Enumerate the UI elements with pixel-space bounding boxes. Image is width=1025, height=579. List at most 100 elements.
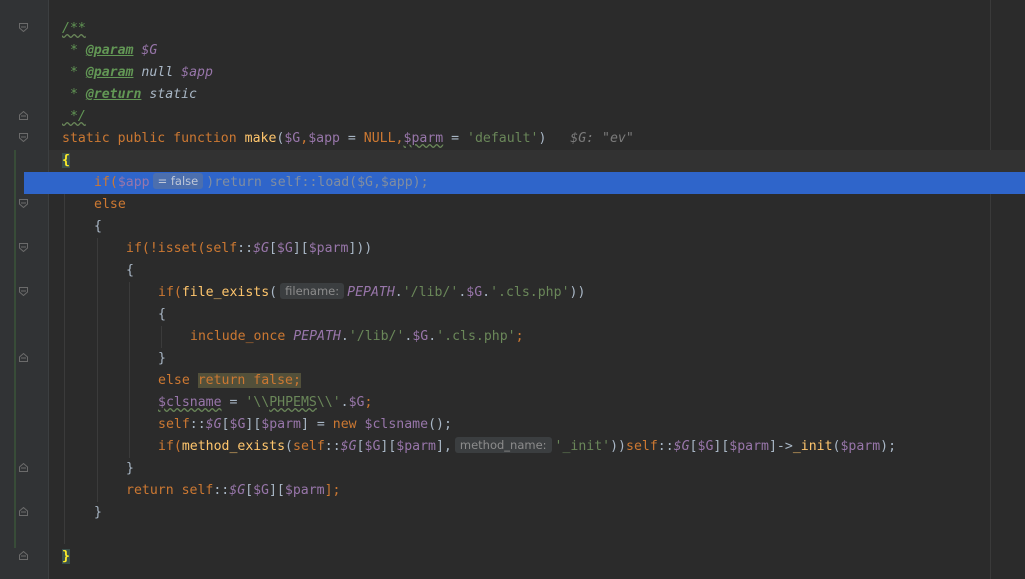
variable: $G bbox=[253, 483, 269, 498]
null-const: NULL bbox=[363, 131, 396, 146]
code-line[interactable]: } bbox=[126, 458, 134, 480]
punct: :: bbox=[213, 483, 230, 498]
punct: ][ bbox=[713, 439, 730, 454]
code-line[interactable]: else bbox=[94, 194, 126, 216]
keyword: else bbox=[94, 197, 126, 212]
fold-icon[interactable] bbox=[19, 199, 28, 208]
variable: $G bbox=[229, 417, 246, 432]
string: '\\ bbox=[245, 395, 270, 410]
code-line[interactable]: return self::$G[$G][$parm]; bbox=[126, 480, 340, 502]
variable: $G bbox=[284, 131, 301, 146]
punct: , bbox=[300, 131, 309, 146]
punct: ; bbox=[515, 329, 524, 344]
variable: $app bbox=[308, 131, 340, 146]
code-line[interactable]: { bbox=[158, 304, 166, 326]
parameter-hint: method_name: bbox=[454, 437, 552, 453]
fold-icon[interactable] bbox=[19, 507, 28, 516]
code-line[interactable]: */ bbox=[62, 106, 86, 128]
matching-brace: { bbox=[62, 153, 70, 168]
code-line[interactable]: { bbox=[94, 216, 102, 238]
code-line[interactable]: } bbox=[94, 502, 102, 524]
doc-star: * bbox=[62, 43, 86, 58]
variable: $G bbox=[348, 395, 365, 410]
brace: { bbox=[126, 263, 134, 278]
operator: . bbox=[394, 285, 403, 300]
code-line[interactable]: include_once PEPATH.'/lib/'.$G.'.cls.php… bbox=[190, 326, 524, 348]
fold-icon[interactable] bbox=[19, 133, 28, 142]
code-text: )return self::load($G,$app); bbox=[206, 175, 429, 190]
punct: [ bbox=[221, 417, 230, 432]
punct: ( bbox=[269, 285, 278, 300]
fold-icon[interactable] bbox=[19, 353, 28, 362]
punct: ][ bbox=[268, 483, 285, 498]
code-line[interactable]: * @param $G bbox=[62, 40, 157, 62]
debug-inline-value: $G: "ev" bbox=[570, 131, 634, 146]
code-line[interactable]: /** bbox=[62, 18, 86, 40]
fold-icon[interactable] bbox=[19, 111, 28, 120]
self-keyword: self bbox=[181, 483, 214, 498]
code-line[interactable]: } bbox=[158, 348, 166, 370]
keyword: return bbox=[126, 483, 174, 498]
fold-icon[interactable] bbox=[19, 551, 28, 560]
operator: = bbox=[339, 131, 364, 146]
operator: = bbox=[308, 417, 333, 432]
variable: $parm bbox=[403, 131, 444, 146]
operator: . bbox=[482, 285, 491, 300]
doc-tag-param: @param bbox=[85, 43, 134, 58]
variable: $parm bbox=[396, 439, 436, 454]
code-line[interactable]: if(!isset(self::$G[$G][$parm])) bbox=[126, 238, 372, 260]
code-line[interactable]: static public function make($G,$app = NU… bbox=[62, 128, 634, 150]
fold-icon[interactable] bbox=[19, 463, 28, 472]
method-name: _init bbox=[792, 439, 833, 454]
punct: ); bbox=[880, 439, 897, 454]
punct: :: bbox=[189, 417, 206, 432]
string: '.cls.php' bbox=[490, 285, 570, 300]
punct: ][ bbox=[292, 241, 309, 256]
code-line[interactable]: * @return static bbox=[62, 84, 197, 106]
punct: ) bbox=[538, 131, 547, 146]
variable: $parm bbox=[261, 417, 301, 432]
static-var: $G bbox=[340, 439, 357, 454]
static-var: $G bbox=[253, 241, 269, 256]
code-line[interactable]: * @param null $app bbox=[62, 62, 213, 84]
doc-type: static bbox=[149, 87, 197, 102]
operator: . bbox=[340, 395, 349, 410]
code-line[interactable]: if(method_exists(self::$G[$G][$parm], met… bbox=[158, 436, 896, 458]
punct: :: bbox=[237, 241, 254, 256]
punct: )) bbox=[569, 285, 586, 300]
code-line[interactable]: else return false; bbox=[158, 370, 301, 392]
caret-row-highlight bbox=[49, 150, 1025, 172]
operator: = bbox=[221, 395, 246, 410]
fold-icon[interactable] bbox=[19, 243, 28, 252]
code-line[interactable]: self::$G[$G][$parm] = new $clsname(); bbox=[158, 414, 452, 436]
self-keyword: self bbox=[158, 417, 190, 432]
string: \\' bbox=[316, 395, 341, 410]
string: '.cls.php' bbox=[436, 329, 516, 344]
variable: $parm bbox=[840, 439, 881, 454]
doc-comment-open: /** bbox=[62, 21, 86, 36]
keyword: if( bbox=[158, 439, 182, 454]
code-line[interactable]: { bbox=[62, 150, 70, 172]
punct: (); bbox=[428, 417, 452, 432]
right-margin-guide bbox=[990, 0, 991, 579]
gutter-border bbox=[48, 0, 49, 579]
punct: ], bbox=[435, 439, 452, 454]
function-name: make bbox=[244, 131, 277, 146]
fold-icon[interactable] bbox=[19, 287, 28, 296]
fold-icon[interactable] bbox=[19, 23, 28, 32]
code-line[interactable]: $clsname = '\\PHPEMS\\'.$G; bbox=[158, 392, 372, 414]
punct: [ bbox=[689, 439, 698, 454]
code-line[interactable]: } bbox=[62, 546, 70, 568]
variable: $parm bbox=[284, 483, 325, 498]
punct: ][ bbox=[380, 439, 397, 454]
string: '/lib/' bbox=[348, 329, 405, 344]
keyword: else bbox=[158, 373, 190, 388]
code-line[interactable]: if(file_exists(filename: PEPATH.'/lib/'.$… bbox=[158, 282, 585, 304]
punct: :: bbox=[324, 439, 341, 454]
code-line[interactable]: { bbox=[126, 260, 134, 282]
punct: ]; bbox=[324, 483, 341, 498]
code-line-selected[interactable]: if($app = false)return self::load($G,$app… bbox=[94, 172, 429, 194]
static-var: $G bbox=[229, 483, 246, 498]
punct: [ bbox=[356, 439, 365, 454]
static-var: $G bbox=[673, 439, 690, 454]
